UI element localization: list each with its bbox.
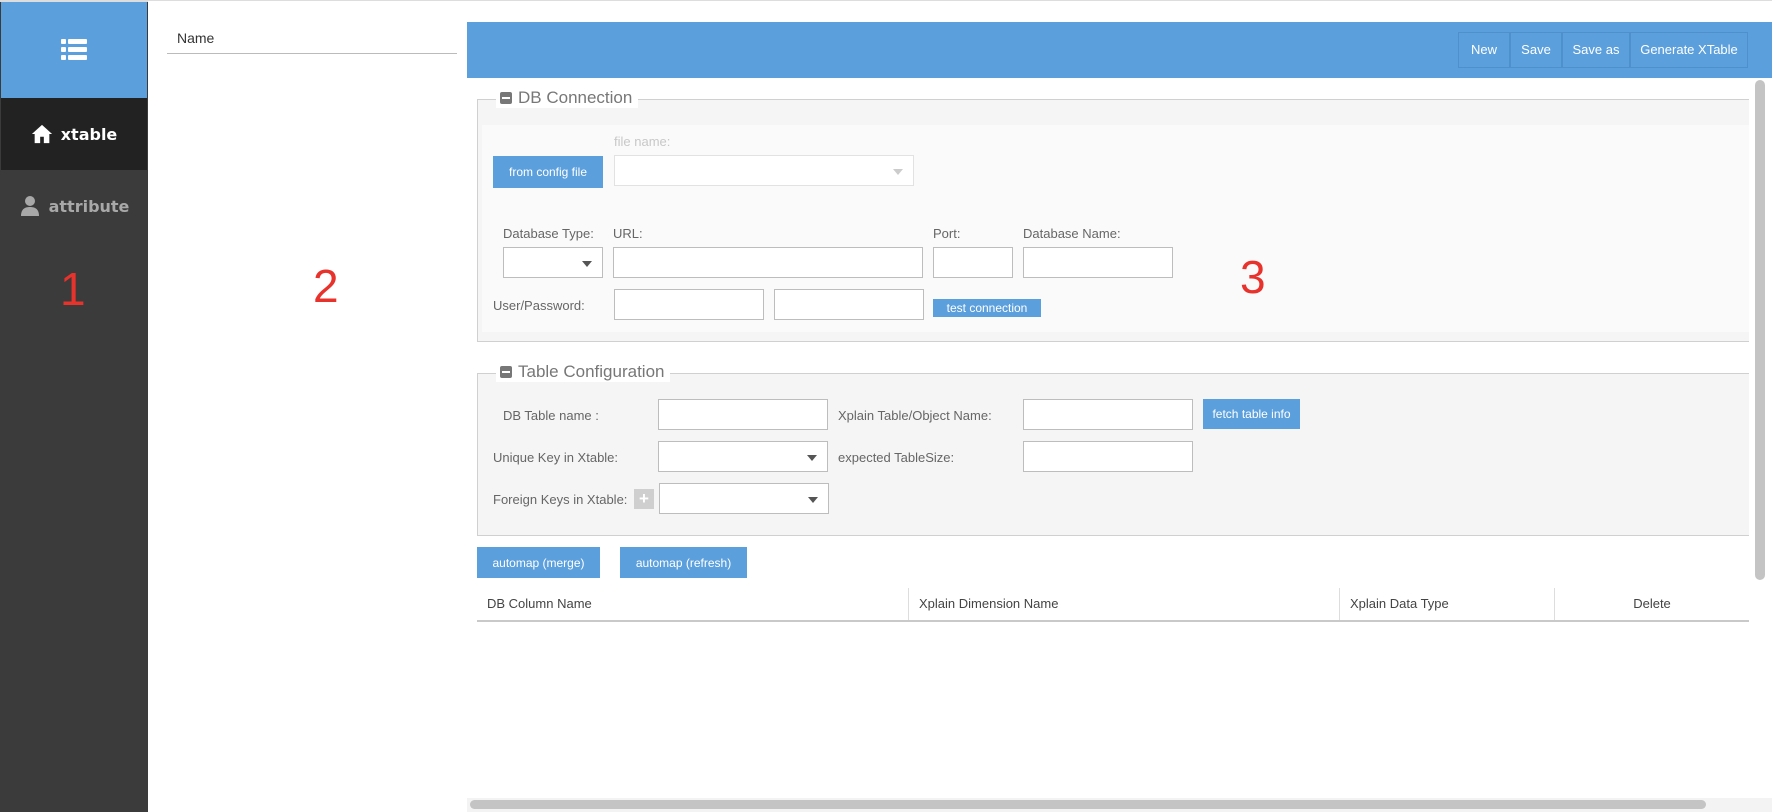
sidebar-item-attribute[interactable]: attribute — [1, 170, 147, 242]
password-input[interactable] — [774, 289, 924, 320]
db-table-name-label: DB Table name : — [503, 408, 599, 423]
chevron-down-icon — [807, 455, 817, 461]
chevron-down-icon — [808, 497, 818, 503]
automap-refresh-button[interactable]: automap (refresh) — [620, 547, 747, 578]
expected-table-size-label: expected TableSize: — [838, 450, 955, 465]
expected-table-size-input[interactable] — [1023, 441, 1193, 472]
url-label: URL: — [613, 226, 643, 241]
list-column-header[interactable]: Name — [167, 26, 457, 54]
unique-key-label: Unique Key in Xtable: — [493, 450, 619, 465]
xplain-table-name-label: Xplain Table/Object Name: — [838, 408, 992, 423]
foreign-keys-select[interactable] — [659, 483, 829, 514]
db-table-name-input[interactable] — [658, 399, 828, 430]
port-label: Port: — [933, 226, 961, 241]
sidebar-item-label: attribute — [48, 196, 130, 216]
test-connection-button[interactable]: test connection — [933, 299, 1041, 317]
collapse-icon[interactable] — [500, 92, 512, 104]
chevron-down-icon — [893, 169, 903, 175]
from-config-file-button[interactable]: from config file — [493, 156, 603, 188]
database-name-label: Database Name: — [1023, 226, 1121, 241]
save-button[interactable]: Save — [1510, 32, 1562, 68]
database-type-select[interactable] — [503, 247, 603, 278]
top-border — [148, 0, 1772, 1]
database-type-label: Database Type: — [503, 226, 594, 241]
toolbar: New Save Save as Generate XTable — [467, 22, 1772, 78]
column-header-delete[interactable]: Delete — [1554, 588, 1749, 620]
database-name-input[interactable] — [1023, 247, 1173, 278]
file-name-label: file name: — [614, 134, 671, 149]
home-icon — [31, 124, 52, 144]
table-configuration-legend[interactable]: Table Configuration — [496, 362, 671, 382]
db-connection-legend[interactable]: DB Connection — [496, 88, 639, 108]
horizontal-scrollbar[interactable] — [470, 800, 1706, 809]
sidebar-item-label: xtable — [60, 124, 118, 144]
column-header-xplain-dimension-name[interactable]: Xplain Dimension Name — [908, 588, 1339, 620]
annotation-label-2: 2 — [313, 260, 339, 312]
annotation-label-1: 1 — [60, 263, 86, 315]
sidebar-item-xtable[interactable]: xtable — [1, 98, 147, 170]
annotation-label-3: 3 — [1240, 251, 1266, 303]
automap-merge-button[interactable]: automap (merge) — [477, 547, 600, 578]
column-header-db-column-name[interactable]: DB Column Name — [477, 588, 908, 620]
section-title: DB Connection — [518, 88, 633, 107]
user-icon — [20, 196, 39, 216]
mapping-table-header: DB Column Name Xplain Dimension Name Xpl… — [477, 588, 1749, 622]
new-button[interactable]: New — [1458, 32, 1510, 68]
save-as-button[interactable]: Save as — [1562, 32, 1630, 68]
generate-xtable-button[interactable]: Generate XTable — [1630, 32, 1748, 68]
section-title: Table Configuration — [518, 362, 665, 381]
user-password-label: User/Password: — [493, 298, 585, 313]
user-input[interactable] — [614, 289, 764, 320]
foreign-keys-label: Foreign Keys in Xtable: — [493, 492, 628, 507]
column-header-xplain-data-type[interactable]: Xplain Data Type — [1339, 588, 1554, 620]
fetch-table-info-button[interactable]: fetch table info — [1203, 399, 1300, 429]
file-name-select[interactable] — [614, 155, 914, 186]
add-foreign-key-icon[interactable]: + — [634, 489, 654, 509]
menu-toggle-button[interactable] — [1, 2, 147, 98]
url-input[interactable] — [613, 247, 923, 278]
xplain-table-name-input[interactable] — [1023, 399, 1193, 430]
sidebar: xtable attribute 1 — [0, 0, 148, 812]
port-input[interactable] — [933, 247, 1013, 278]
unique-key-select[interactable] — [658, 441, 828, 472]
collapse-icon[interactable] — [500, 366, 512, 378]
vertical-scrollbar[interactable] — [1755, 80, 1765, 580]
chevron-down-icon — [582, 261, 592, 267]
list-menu-icon — [61, 39, 87, 60]
